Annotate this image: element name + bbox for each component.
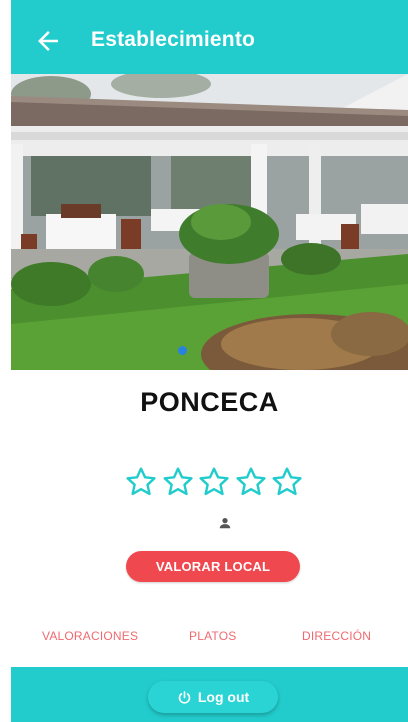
app-screen: Establecimiento PONCECA VALORAR LOCAL VA… — [11, 0, 408, 722]
establishment-name: PONCECA — [140, 387, 279, 417]
star-outline-icon[interactable] — [197, 465, 231, 499]
bottom-bar: Log out — [11, 667, 408, 722]
tab-platos[interactable]: PLATOS — [189, 629, 236, 643]
logout-button[interactable]: Log out — [148, 681, 278, 713]
tab-direccion[interactable]: DIRECCIÓN — [302, 629, 371, 643]
star-outline-icon[interactable] — [270, 465, 304, 499]
star-outline-icon[interactable] — [124, 465, 158, 499]
power-icon — [178, 690, 191, 704]
carousel-page-indicator — [178, 346, 187, 355]
page-title: Establecimiento — [91, 28, 256, 51]
logout-label: Log out — [197, 689, 250, 705]
section-tabs: VALORACIONES PLATOS DIRECCIÓN — [11, 629, 408, 647]
person-icon — [219, 518, 231, 529]
star-outline-icon[interactable] — [234, 465, 268, 499]
rate-establishment-button[interactable]: VALORAR LOCAL — [126, 551, 300, 582]
arrow-left-icon[interactable] — [33, 26, 63, 56]
app-bar: Establecimiento — [11, 0, 408, 74]
establishment-photo-carousel[interactable] — [11, 74, 408, 370]
star-outline-icon[interactable] — [161, 465, 195, 499]
rating-stars[interactable] — [124, 465, 304, 503]
tab-valoraciones[interactable]: VALORACIONES — [42, 629, 138, 643]
establishment-photo — [11, 74, 408, 370]
